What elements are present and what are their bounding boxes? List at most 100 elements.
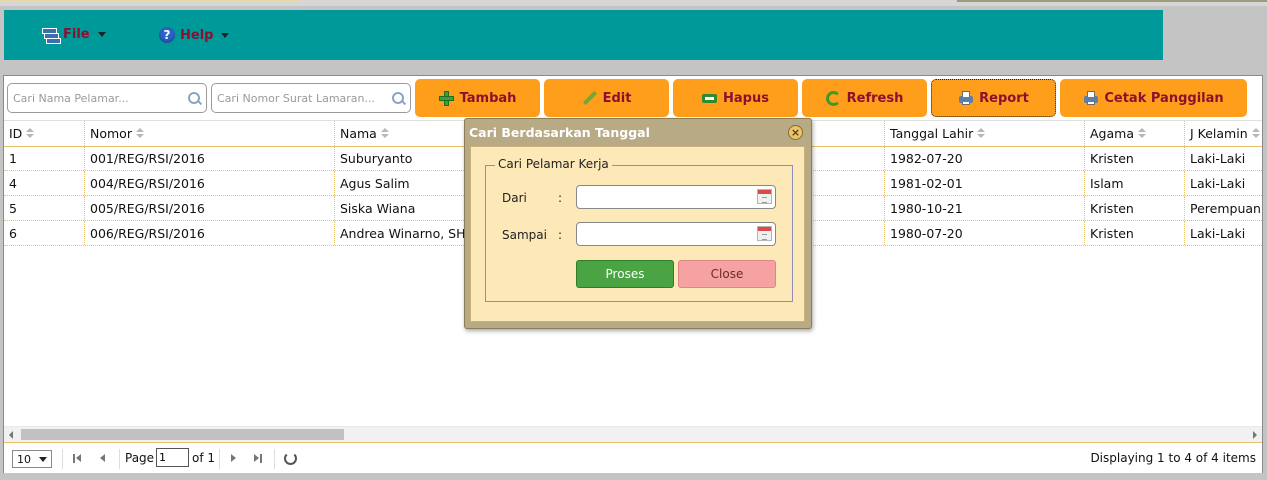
cell-j-kelamin: Laki-Laki (1190, 225, 1246, 241)
scroll-left-icon[interactable] (9, 431, 13, 439)
calendar-icon[interactable] (757, 226, 772, 241)
chevron-down-icon (97, 32, 106, 37)
sort-icon (26, 128, 35, 139)
menu-help[interactable]: ? Help (159, 27, 230, 43)
last-page-icon[interactable] (251, 452, 263, 464)
next-page-icon[interactable] (228, 452, 240, 464)
report-label: Report (979, 90, 1029, 106)
scrollbar-thumb[interactable] (21, 429, 344, 440)
close-icon[interactable]: × (788, 125, 803, 140)
column-header-id[interactable]: ID (4, 121, 85, 146)
sort-icon (1251, 128, 1260, 139)
divider (119, 449, 121, 469)
cell-id: 4 (4, 171, 85, 195)
help-icon: ? (159, 27, 175, 43)
proses-button[interactable]: Proses (576, 260, 674, 288)
chevron-down-icon (221, 32, 230, 38)
dialog-body: Cari Pelamar Kerja Dari : Sampai : Prose… (470, 146, 805, 322)
column-header-nomor[interactable]: Nomor (85, 121, 335, 146)
page-number-input[interactable] (156, 448, 189, 467)
cell-j-kelamin: Laki-Laki (1190, 150, 1246, 166)
refresh-icon (825, 90, 841, 106)
fieldset-cari-pelamar: Cari Pelamar Kerja Dari : Sampai : Prose… (485, 157, 793, 302)
fieldset-legend: Cari Pelamar Kerja (495, 157, 612, 171)
display-info: Displaying 1 to 4 of 4 items (1090, 451, 1256, 465)
sort-icon (380, 128, 389, 139)
horizontal-scrollbar[interactable] (4, 426, 1262, 443)
search-date-dialog: Cari Berdasarkan Tanggal × Cari Pelamar … (464, 118, 812, 329)
chevron-down-icon (39, 456, 47, 462)
tambah-button[interactable]: Tambah (415, 79, 540, 117)
divider (62, 449, 64, 469)
calendar-icon[interactable] (757, 189, 772, 204)
search-icon[interactable] (188, 92, 200, 104)
cell-agama: Kristen (1085, 221, 1185, 245)
search-name-input[interactable] (8, 91, 206, 105)
cell-id: 6 (4, 221, 85, 245)
minus-icon (702, 91, 718, 106)
date-to-field[interactable] (576, 222, 776, 246)
hapus-button[interactable]: Hapus (673, 79, 798, 117)
refresh-button[interactable]: Refresh (802, 79, 927, 117)
close-button[interactable]: Close (678, 260, 776, 288)
tambah-label: Tambah (459, 90, 517, 106)
column-header-tanggal-lahir[interactable]: Tanggal Lahir (885, 121, 1085, 146)
menu-file-label: File (63, 27, 90, 42)
pagination-bar: 10 Page of 1 Displaying 1 to 4 of 4 item… (4, 442, 1262, 473)
page-count-label: of 1 (192, 451, 216, 465)
hapus-label: Hapus (723, 90, 769, 106)
first-page-icon[interactable] (72, 452, 84, 464)
menu-bar: File ? Help (4, 10, 1163, 60)
reload-icon[interactable] (284, 452, 297, 465)
cell-id: 1 (4, 146, 85, 170)
cell-tanggal-lahir: 1980-10-21 (885, 196, 1085, 220)
search-number-box (211, 83, 411, 113)
scroll-right-icon[interactable] (1253, 431, 1257, 439)
page-size-select[interactable]: 10 (12, 450, 52, 468)
file-icon (42, 27, 61, 44)
cell-agama: Islam (1085, 171, 1185, 195)
cell-agama: Kristen (1085, 146, 1185, 170)
dialog-title: Cari Berdasarkan Tanggal (469, 125, 650, 140)
pencil-icon (582, 91, 597, 106)
search-icon[interactable] (392, 92, 404, 104)
cell-agama: Kristen (1085, 196, 1185, 220)
prev-page-icon[interactable] (97, 452, 109, 464)
toolbar: Tambah Edit Hapus Refresh Report Cetak P… (4, 76, 1262, 120)
cell-j-kelamin: Perempuan (1190, 200, 1261, 216)
report-button[interactable]: Report (931, 79, 1056, 117)
sort-icon (977, 128, 986, 139)
menu-file[interactable]: File (42, 27, 106, 44)
cell-tanggal-lahir: 1981-02-01 (885, 171, 1085, 195)
printer-icon (1083, 90, 1099, 106)
cell-nomor: 004/REG/RSI/2016 (85, 171, 335, 195)
cell-nomor: 006/REG/RSI/2016 (85, 221, 335, 245)
cetak-panggilan-label: Cetak Panggilan (1104, 90, 1224, 106)
cell-tanggal-lahir: 1982-07-20 (885, 146, 1085, 170)
from-colon: : (558, 191, 563, 205)
cetak-panggilan-button[interactable]: Cetak Panggilan (1060, 79, 1247, 117)
from-label: Dari (502, 191, 527, 205)
column-header-j-kelamin[interactable]: J Kelamin (1185, 121, 1262, 146)
edit-label: Edit (602, 90, 632, 106)
cell-id: 5 (4, 196, 85, 220)
plus-icon (438, 90, 454, 106)
top-strip (0, 0, 1267, 6)
sort-icon (135, 128, 144, 139)
column-header-agama[interactable]: Agama (1085, 121, 1185, 146)
divider (219, 449, 221, 469)
page-label: Page (125, 451, 155, 465)
edit-button[interactable]: Edit (544, 79, 669, 117)
date-from-field[interactable] (576, 185, 776, 209)
cell-nomor: 005/REG/RSI/2016 (85, 196, 335, 220)
refresh-label: Refresh (846, 90, 904, 106)
menu-help-label: Help (180, 27, 214, 43)
to-label: Sampai (502, 228, 547, 242)
printer-icon (958, 90, 974, 106)
cell-tanggal-lahir: 1980-07-20 (885, 221, 1085, 245)
to-colon: : (558, 228, 563, 242)
search-number-input[interactable] (212, 91, 410, 105)
divider (274, 449, 276, 469)
search-name-box (7, 83, 207, 113)
cell-j-kelamin: Laki-Laki (1190, 175, 1246, 191)
